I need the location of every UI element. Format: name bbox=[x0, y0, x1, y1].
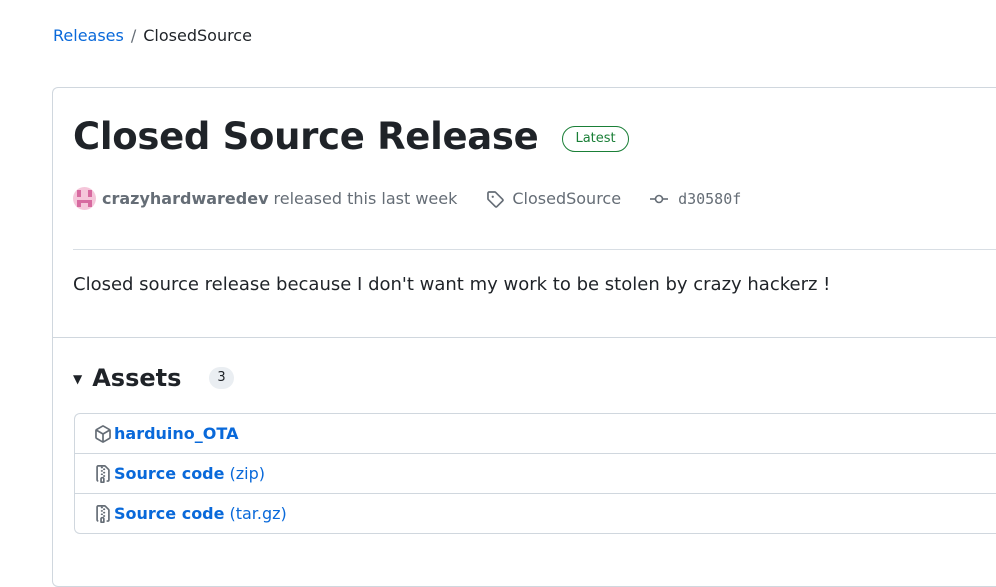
commit-link[interactable]: d30580f bbox=[649, 188, 741, 210]
breadcrumb-current: ClosedSource bbox=[143, 26, 252, 45]
tag-label: ClosedSource bbox=[512, 188, 622, 208]
asset-link[interactable]: Source code bbox=[114, 464, 224, 483]
avatar[interactable] bbox=[73, 187, 96, 210]
breadcrumb: Releases / ClosedSource bbox=[53, 26, 252, 46]
release-title[interactable]: Closed Source Release bbox=[73, 114, 539, 160]
release-description: Closed source release because I don't wa… bbox=[73, 274, 831, 295]
package-icon bbox=[95, 424, 111, 443]
divider bbox=[53, 337, 996, 338]
list-item: Source code (zip) bbox=[75, 453, 996, 493]
latest-badge: Latest bbox=[562, 126, 629, 152]
author-link[interactable]: crazyhardwaredev bbox=[102, 188, 269, 210]
asset-link[interactable]: harduino_OTA bbox=[114, 424, 238, 443]
commit-sha: d30580f bbox=[678, 189, 742, 208]
divider bbox=[73, 249, 996, 250]
breadcrumb-separator: / bbox=[130, 26, 137, 45]
release-meta: crazyhardwaredev released this last week… bbox=[73, 187, 741, 210]
file-zip-icon bbox=[96, 504, 110, 523]
tag-link[interactable]: ClosedSource bbox=[486, 188, 621, 210]
breadcrumb-releases-link[interactable]: Releases bbox=[53, 26, 124, 46]
caret-down-icon: ▼ bbox=[73, 372, 83, 386]
assets-title: Assets bbox=[92, 364, 182, 392]
released-text: released this last week bbox=[273, 188, 458, 208]
file-zip-icon bbox=[96, 464, 110, 483]
asset-link[interactable]: Source code bbox=[114, 504, 224, 523]
asset-list: harduino_OTA Source code (zip) Source co… bbox=[74, 413, 996, 534]
release-card: Closed Source Release Latest crazyhardwa… bbox=[52, 87, 996, 587]
release-header: Closed Source Release Latest bbox=[73, 114, 629, 160]
commit-icon bbox=[650, 194, 669, 203]
assets-count-badge: 3 bbox=[209, 367, 234, 389]
tag-icon bbox=[487, 190, 505, 208]
assets-toggle[interactable]: ▼ Assets 3 bbox=[73, 363, 234, 393]
asset-extension[interactable]: (zip) bbox=[229, 464, 264, 483]
list-item: harduino_OTA bbox=[75, 414, 996, 453]
list-item: Source code (tar.gz) bbox=[75, 493, 996, 533]
asset-extension[interactable]: (tar.gz) bbox=[229, 504, 286, 523]
